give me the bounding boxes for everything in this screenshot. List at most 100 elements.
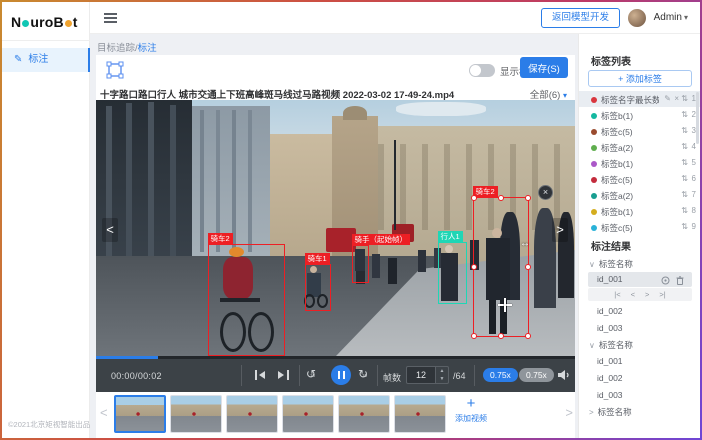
annotation-box[interactable]: 骑车1 (305, 264, 331, 311)
result-item[interactable]: id_003 (579, 387, 700, 404)
tag-list-item[interactable]: 标签c(5)⇅9 (579, 219, 700, 235)
frame-number-input[interactable] (406, 366, 436, 384)
result-group-header[interactable]: ∨ 标签名称 (579, 256, 700, 272)
annotation-box[interactable]: 骑手（起始帧） (352, 245, 369, 283)
breadcrumb-current: 标注 (138, 43, 157, 54)
delete-box-button[interactable]: × (538, 185, 553, 200)
nav-last-button[interactable]: >| (659, 290, 665, 299)
hotkey-number: 7 (692, 187, 696, 203)
hotkey-icon: ⇅ (681, 123, 688, 139)
collapse-icon: ∨ (589, 260, 595, 269)
result-item-id: id_002 (597, 306, 623, 316)
result-item[interactable]: id_002 (579, 303, 700, 320)
resize-handle[interactable] (471, 195, 477, 201)
logo-dot-icon (22, 20, 29, 27)
tag-list-item[interactable]: 标签b(1)⇅8 (579, 203, 700, 219)
video-thumbnail[interactable] (338, 395, 390, 433)
annotation-box[interactable]: 行人1 (438, 242, 467, 304)
tag-list-item[interactable]: 标签a(2)⇅7 (579, 187, 700, 203)
filmstrip: < + 添加视频 > (96, 392, 575, 438)
avatar[interactable] (628, 9, 646, 27)
result-item[interactable]: id_003 (579, 320, 700, 337)
tag-list-item[interactable]: 标签c(5)⇅3 (579, 123, 700, 139)
user-menu[interactable]: Admin▾ (654, 12, 688, 23)
result-item[interactable]: id_001 (588, 272, 692, 287)
result-group-header[interactable]: ∨标签名称 (579, 337, 700, 353)
pause-button[interactable] (331, 365, 351, 385)
prev-video-chevron-icon[interactable]: < (102, 218, 118, 242)
rewind-10-icon[interactable]: ↺10 (306, 367, 316, 381)
nav-prev-button[interactable]: < (631, 290, 635, 299)
delete-icon[interactable]: × (674, 91, 679, 107)
tag-list-item[interactable]: 标签a(2)⇅4 (579, 139, 700, 155)
annotation-box[interactable]: 骑车2 (208, 244, 285, 356)
result-group-name: 标签名称 (599, 259, 633, 269)
tag-color-dot (591, 225, 597, 231)
logo-dot-icon (65, 20, 72, 27)
show-annotations-toggle[interactable] (469, 64, 495, 77)
breadcrumb-parent[interactable]: 目标追踪 (97, 43, 135, 54)
video-thumbnail[interactable] (226, 395, 278, 433)
nav-first-button[interactable]: |< (614, 290, 620, 299)
rect-select-tool-icon[interactable] (106, 61, 124, 79)
resize-handle[interactable] (471, 333, 477, 339)
annotation-box-label: 骑手（起始帧） (352, 234, 411, 245)
tag-color-dot (591, 193, 597, 199)
video-thumbnail[interactable] (282, 395, 334, 433)
resize-handle[interactable] (498, 195, 504, 201)
annotation-box-selected[interactable]: 骑车2 (473, 197, 529, 337)
visibility-icon[interactable] (661, 275, 670, 290)
prev-frame-button[interactable] (253, 369, 269, 382)
skip-amount: 10 (310, 373, 315, 378)
speed-pill-inactive[interactable]: 0.75x (519, 368, 554, 382)
resize-handle[interactable] (498, 333, 504, 339)
video-title: 十字路口路口行人 城市交通上下班高峰斑马线过马路视频 2022-03-02 17… (100, 87, 500, 101)
result-group-header[interactable]: >标签名称 (579, 404, 700, 420)
video-thumbnail[interactable] (394, 395, 446, 433)
collapse-menu-icon[interactable] (104, 13, 117, 23)
step-down-icon[interactable]: ▼ (436, 375, 448, 383)
trash-icon[interactable] (676, 275, 684, 290)
tag-color-dot (591, 129, 597, 135)
add-tag-button[interactable]: + 添加标签 (588, 70, 692, 87)
tag-name: 标签a(2) (601, 140, 633, 156)
pencil-icon: ✎ (14, 54, 22, 65)
video-canvas[interactable]: 骑车2骑车1骑手（起始帧）行人1骑车2 < > × ↔ (96, 100, 575, 356)
sidebar-item-annotate[interactable]: ✎标注 (2, 48, 90, 72)
result-item[interactable]: id_002 (579, 370, 700, 387)
resize-handle[interactable] (525, 195, 531, 201)
filmstrip-next-icon[interactable]: > (565, 405, 573, 420)
hotkey-icon: ⇅ (681, 203, 688, 219)
hotkey-icon: ⇅ (681, 139, 688, 155)
next-frame-button[interactable] (276, 369, 292, 382)
window-frame: NuroBt ✎标注 ©2021北京矩视智能出品 返回模型开发 Admin▾ 目… (0, 0, 702, 440)
time-display: 00:00/00:02 (111, 371, 162, 381)
nav-next-button[interactable]: > (645, 290, 649, 299)
back-to-model-dev-button[interactable]: 返回模型开发 (541, 8, 620, 28)
tag-list-item[interactable]: 标签名字最长数...✎×⇅1 (579, 91, 700, 107)
video-thumbnail[interactable] (170, 395, 222, 433)
edit-icon[interactable]: ✎ (664, 91, 671, 107)
tag-list-item[interactable]: 标签b(1)⇅2 (579, 107, 700, 123)
save-button[interactable]: 保存(S) (520, 57, 568, 78)
volume-icon[interactable] (558, 369, 571, 381)
filter-dropdown[interactable]: 全部(6) ▾ (530, 87, 567, 101)
tag-name: 标签c(5) (601, 124, 633, 140)
tag-list-item[interactable]: 标签c(5)⇅6 (579, 171, 700, 187)
resize-handle[interactable] (525, 264, 531, 270)
forward-10-icon[interactable]: ↻10 (358, 367, 368, 381)
resize-handle[interactable] (525, 333, 531, 339)
hotkey-icon: ⇅ (681, 219, 688, 235)
add-video-button[interactable]: + 添加视频 (450, 395, 492, 433)
resize-handle[interactable] (471, 264, 477, 270)
video-thumbnail[interactable] (114, 395, 166, 433)
tag-name: 标签a(2) (601, 188, 633, 204)
filmstrip-prev-icon[interactable]: < (100, 405, 108, 420)
next-video-chevron-icon[interactable]: > (552, 218, 568, 242)
annotation-workspace: 显示标注 保存(S) 十字路口路口行人 城市交通上下班高峰斑马线过马路视频 20… (96, 55, 575, 438)
tag-list-item[interactable]: 标签b(1)⇅5 (579, 155, 700, 171)
scrollbar[interactable] (696, 92, 699, 144)
step-up-icon[interactable]: ▲ (436, 367, 448, 375)
result-item[interactable]: id_001 (579, 353, 700, 370)
speed-pill-active[interactable]: 0.75x (483, 368, 518, 382)
